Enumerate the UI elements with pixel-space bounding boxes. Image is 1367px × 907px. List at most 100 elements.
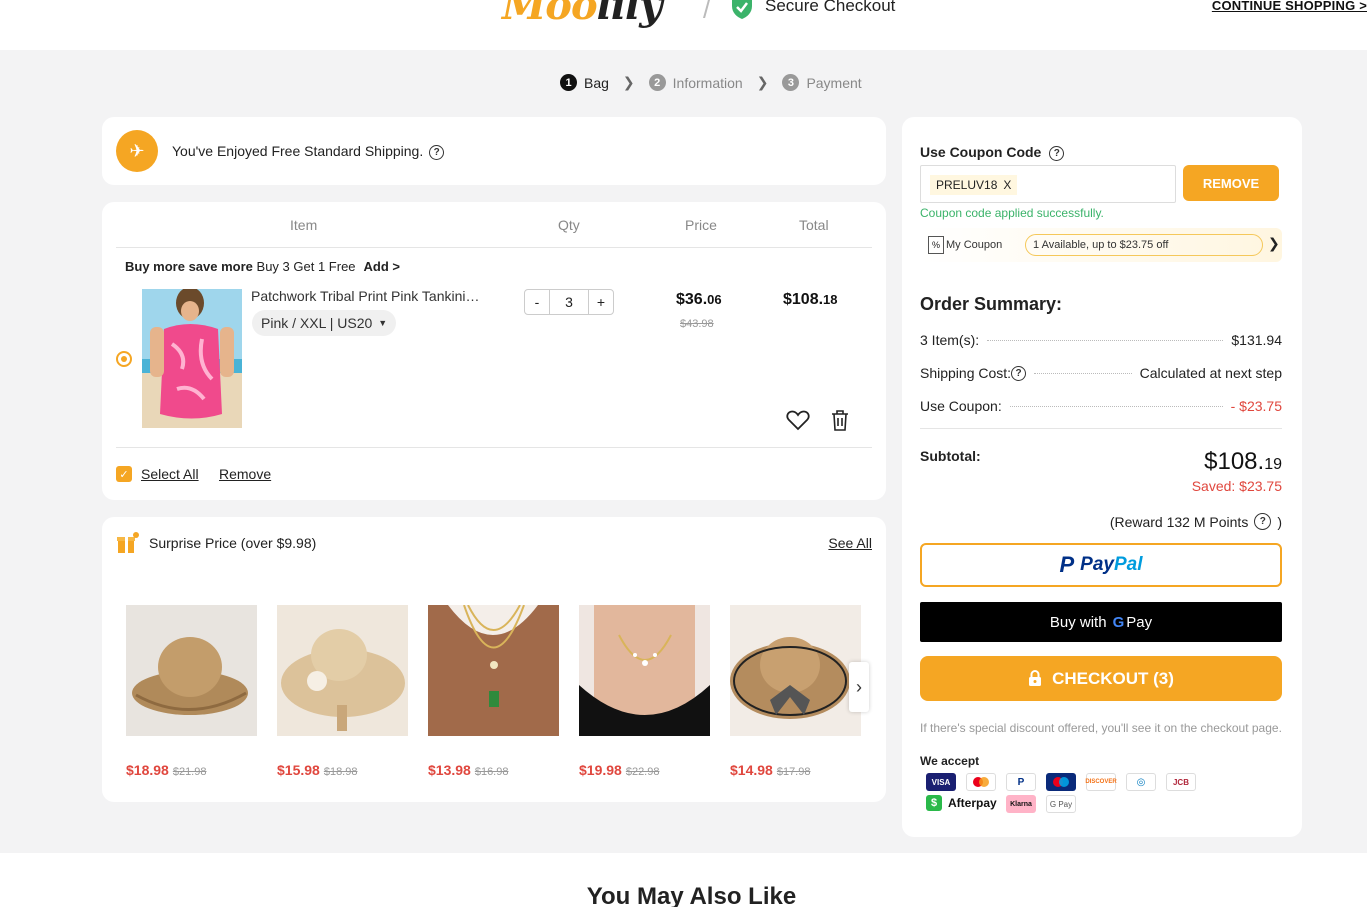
product-name[interactable]: Patchwork Tribal Print Pink Tankini Swim…: [251, 288, 481, 304]
recommendation-item[interactable]: $15.98 $18.98: [277, 605, 408, 778]
chevron-right-icon[interactable]: ❯: [1268, 235, 1280, 252]
visa-icon: VISA: [926, 773, 956, 791]
chevron-right-icon: ❯: [756, 74, 769, 90]
surprise-title: Surprise Price (over $9.98): [149, 535, 317, 551]
column-header-price: Price: [685, 217, 717, 233]
recommendation-item[interactable]: $14.98 $17.98: [730, 605, 861, 778]
jcb-icon: JCB: [1166, 773, 1196, 791]
select-all-link[interactable]: Select All: [141, 466, 199, 482]
product-image[interactable]: [126, 605, 257, 736]
carousel-next-button[interactable]: ›: [849, 662, 869, 712]
order-summary-title: Order Summary:: [920, 294, 1063, 314]
help-icon[interactable]: ?: [1011, 365, 1027, 381]
product-image[interactable]: [579, 605, 710, 736]
select-all-checkbox[interactable]: ✓: [116, 466, 132, 482]
google-pay-button[interactable]: Buy with G Pay: [920, 602, 1282, 642]
order-summary-card: Use Coupon Code? PRELUV18 X REMOVE Coupon…: [902, 117, 1302, 837]
coupon-success-message: Coupon code applied successfully.: [920, 206, 1104, 220]
see-all-link[interactable]: See All: [828, 535, 872, 551]
caret-down-icon: ▼: [378, 318, 388, 328]
help-icon[interactable]: ?: [1049, 145, 1065, 161]
heart-icon[interactable]: [786, 409, 810, 431]
lock-icon: [1029, 670, 1042, 686]
qty-increase-button[interactable]: +: [589, 290, 613, 314]
column-header-item: Item: [290, 217, 318, 233]
paypal-button[interactable]: P Pay Pal: [920, 543, 1282, 587]
secure-checkout-label: Secure Checkout: [765, 0, 896, 15]
recommendations-section: You May Also Like: [0, 853, 1367, 907]
item-select-radio[interactable]: [116, 351, 132, 367]
original-price: $43.98: [680, 318, 714, 330]
available-coupons-pill[interactable]: 1 Available, up to $23.75 off: [1025, 234, 1263, 256]
chevron-right-icon: ❯: [622, 74, 635, 90]
klarna-icon: Klarna: [1006, 795, 1036, 813]
quantity-stepper: - 3 +: [524, 289, 614, 315]
gift-icon: [117, 532, 139, 553]
we-accept-label: We accept: [920, 754, 980, 768]
my-coupon-row[interactable]: % My Coupon 1 Available, up to $23.75 of…: [920, 228, 1282, 262]
trash-icon[interactable]: [830, 409, 850, 431]
checkout-steps: 1 Bag ❯ 2 Information ❯ 3 Payment: [560, 74, 862, 91]
recommendation-item[interactable]: $18.98 $21.98: [126, 605, 257, 778]
google-pay-icon: G Pay: [1046, 795, 1076, 813]
step-payment: 3 Payment: [782, 74, 862, 91]
applied-coupon-tag: PRELUV18 X: [930, 175, 1018, 195]
brand-logo[interactable]: Moolily: [502, 0, 662, 29]
you-may-also-like-heading: You May Also Like: [586, 883, 797, 907]
afterpay-label: Afterpay: [948, 796, 997, 810]
mastercard-icon: [966, 773, 996, 791]
google-icon: G: [1112, 613, 1125, 631]
maestro-icon: [1046, 773, 1076, 791]
discover-icon: DISCOVER: [1085, 773, 1117, 791]
saved-amount: Saved: $23.75: [1191, 478, 1282, 494]
price: $19.98 $22.98: [579, 762, 660, 778]
divider: [116, 247, 872, 248]
line-total: $108.18: [783, 291, 838, 308]
recommendation-item[interactable]: $19.98 $22.98: [579, 605, 710, 778]
column-header-total: Total: [799, 217, 829, 233]
shipping-notice-text: You've Enjoyed Free Standard Shipping.?: [172, 143, 445, 160]
paypal-icon: P: [1059, 552, 1075, 577]
recommendation-item[interactable]: $13.98 $16.98: [428, 605, 559, 778]
afterpay-icon: $: [926, 795, 942, 811]
reward-points: (Reward 132 M Points?): [1109, 513, 1282, 530]
help-icon[interactable]: ?: [1254, 513, 1272, 530]
product-image[interactable]: [142, 289, 242, 428]
summary-items-row: 3 Item(s): $131.94: [920, 332, 1282, 348]
chevron-right-icon: ›: [856, 676, 862, 697]
divider: [116, 447, 872, 448]
my-coupon-label: My Coupon: [946, 239, 1003, 251]
summary-shipping-row: Shipping Cost:? Calculated at next step: [920, 365, 1282, 381]
step-bag: 1 Bag: [560, 74, 609, 91]
subtotal-label: Subtotal:: [920, 448, 981, 464]
price: $15.98 $18.98: [277, 762, 358, 778]
product-image[interactable]: [277, 605, 408, 736]
header: Moolily / Secure Checkout CONTINUE SHOPP…: [0, 0, 1367, 50]
coupon-icon: %: [928, 236, 944, 254]
summary-coupon-row: Use Coupon: - $23.75: [920, 398, 1282, 414]
product-image[interactable]: [428, 605, 559, 736]
close-icon[interactable]: X: [1003, 178, 1011, 192]
column-header-qty: Qty: [558, 217, 580, 233]
divider: /: [703, 0, 711, 24]
checkout-button[interactable]: CHECKOUT (3): [920, 656, 1282, 701]
remove-link[interactable]: Remove: [219, 466, 271, 482]
variant-selector[interactable]: Pink / XXL | US20 ▼: [252, 310, 397, 336]
price: $14.98 $17.98: [730, 762, 811, 778]
coupon-input[interactable]: PRELUV18 X: [920, 165, 1176, 203]
discount-note: If there's special discount offered, you…: [920, 721, 1282, 735]
product-image[interactable]: [730, 605, 861, 736]
coupon-label: Use Coupon Code?: [920, 144, 1065, 161]
promo-line: Buy more save more Buy 3 Get 1 Free Add >: [125, 259, 401, 274]
promo-add-link[interactable]: Add >: [364, 259, 400, 274]
step-information: 2 Information: [648, 74, 743, 91]
shipping-notice-card: ✈ You've Enjoyed Free Standard Shipping.…: [102, 117, 886, 185]
continue-shopping-link[interactable]: CONTINUE SHOPPING >: [1212, 0, 1367, 13]
qty-decrease-button[interactable]: -: [525, 290, 549, 314]
shield-check-icon: [732, 0, 752, 19]
diners-club-icon: ◎: [1126, 773, 1156, 791]
help-icon[interactable]: ?: [429, 144, 445, 160]
remove-coupon-button[interactable]: REMOVE: [1183, 165, 1279, 201]
paypal-card-icon: P: [1006, 773, 1036, 791]
qty-value[interactable]: 3: [549, 290, 589, 314]
